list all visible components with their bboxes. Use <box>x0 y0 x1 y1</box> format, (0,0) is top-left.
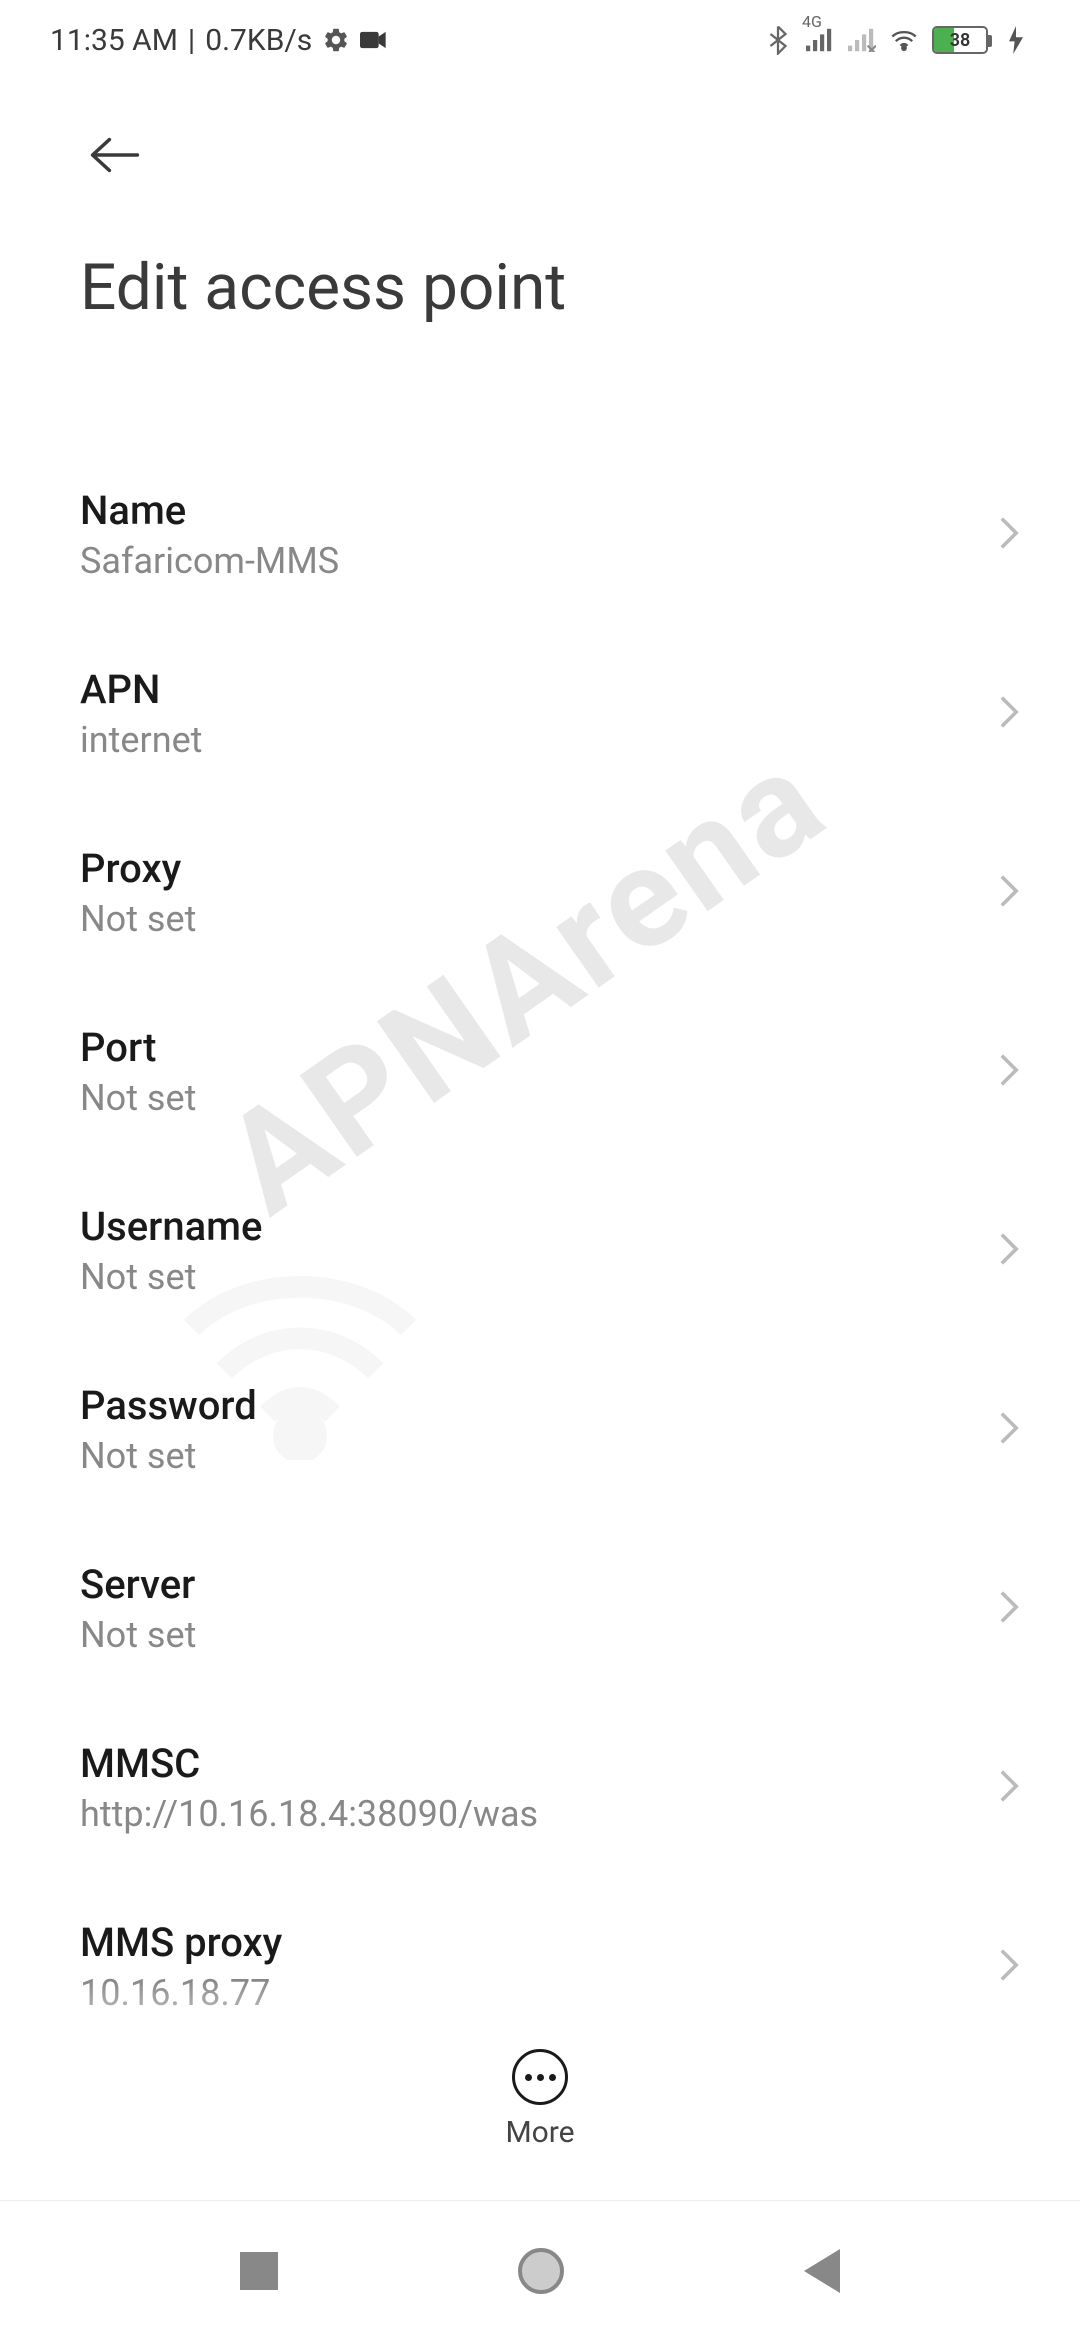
row-label: Name <box>80 487 978 534</box>
setting-row-port[interactable]: Port Not set <box>0 982 1080 1161</box>
setting-row-name[interactable]: Name Safaricom-MMS <box>0 445 1080 624</box>
status-time: 11:35 AM <box>50 23 178 58</box>
chevron-right-icon <box>998 515 1020 555</box>
row-value: Not set <box>80 898 978 940</box>
battery-icon: 38 <box>932 26 988 54</box>
row-label: Proxy <box>80 845 978 892</box>
chevron-right-icon <box>998 1589 1020 1629</box>
chevron-right-icon <box>998 873 1020 913</box>
network-badge: 4G <box>802 12 822 31</box>
row-value: 10.16.18.77 <box>80 1972 978 2014</box>
chevron-right-icon <box>998 694 1020 734</box>
row-label: Username <box>80 1203 978 1250</box>
status-left: 11:35 AM | 0.7KB/s <box>50 23 388 58</box>
status-right: 4G 38 <box>764 26 1030 54</box>
row-label: APN <box>80 666 978 713</box>
status-net-speed: 0.7KB/s <box>205 23 312 58</box>
row-label: Port <box>80 1024 978 1071</box>
row-value: internet <box>80 719 978 761</box>
row-label: Password <box>80 1382 978 1429</box>
nav-home-button[interactable] <box>518 2248 564 2294</box>
nav-back-button[interactable] <box>804 2249 840 2293</box>
setting-row-server[interactable]: Server Not set <box>0 1519 1080 1698</box>
header: Edit access point <box>0 80 1080 345</box>
row-label: MMS proxy <box>80 1919 978 1966</box>
more-label: More <box>505 2115 574 2150</box>
setting-row-apn[interactable]: APN internet <box>0 624 1080 803</box>
row-value: Not set <box>80 1256 978 1298</box>
status-bar: 11:35 AM | 0.7KB/s 4G 38 <box>0 0 1080 80</box>
signal-icon-1: 4G <box>806 26 834 54</box>
row-label: MMSC <box>80 1740 978 1787</box>
chevron-right-icon <box>998 1410 1020 1450</box>
settings-list: Name Safaricom-MMS APN internet Proxy No… <box>0 445 1080 2056</box>
gear-icon <box>322 26 350 54</box>
row-value: Not set <box>80 1077 978 1119</box>
setting-row-proxy[interactable]: Proxy Not set <box>0 803 1080 982</box>
row-value: http://10.16.18.4:38090/was <box>80 1793 978 1835</box>
chevron-right-icon <box>998 1768 1020 1808</box>
setting-row-mmsc[interactable]: MMSC http://10.16.18.4:38090/was <box>0 1698 1080 1877</box>
chevron-right-icon <box>998 1231 1020 1271</box>
row-value: Not set <box>80 1435 978 1477</box>
page-title: Edit access point <box>80 250 1020 325</box>
bluetooth-icon <box>764 26 792 54</box>
signal-icon-2 <box>848 26 876 54</box>
camera-icon <box>360 26 388 54</box>
status-separator: | <box>188 23 195 58</box>
row-value: Safaricom-MMS <box>80 540 978 582</box>
navigation-bar <box>0 2200 1080 2340</box>
setting-row-password[interactable]: Password Not set <box>0 1340 1080 1519</box>
nav-recents-button[interactable] <box>240 2252 278 2290</box>
back-button[interactable] <box>80 120 150 190</box>
row-value: Not set <box>80 1614 978 1656</box>
bottom-action-bar: More <box>0 2029 1080 2150</box>
more-button[interactable] <box>512 2049 568 2105</box>
chevron-right-icon <box>998 1052 1020 1092</box>
charging-icon <box>1002 26 1030 54</box>
chevron-right-icon <box>998 1947 1020 1987</box>
wifi-icon <box>890 26 918 54</box>
row-label: Server <box>80 1561 978 1608</box>
battery-percentage: 38 <box>934 30 986 51</box>
setting-row-username[interactable]: Username Not set <box>0 1161 1080 1340</box>
